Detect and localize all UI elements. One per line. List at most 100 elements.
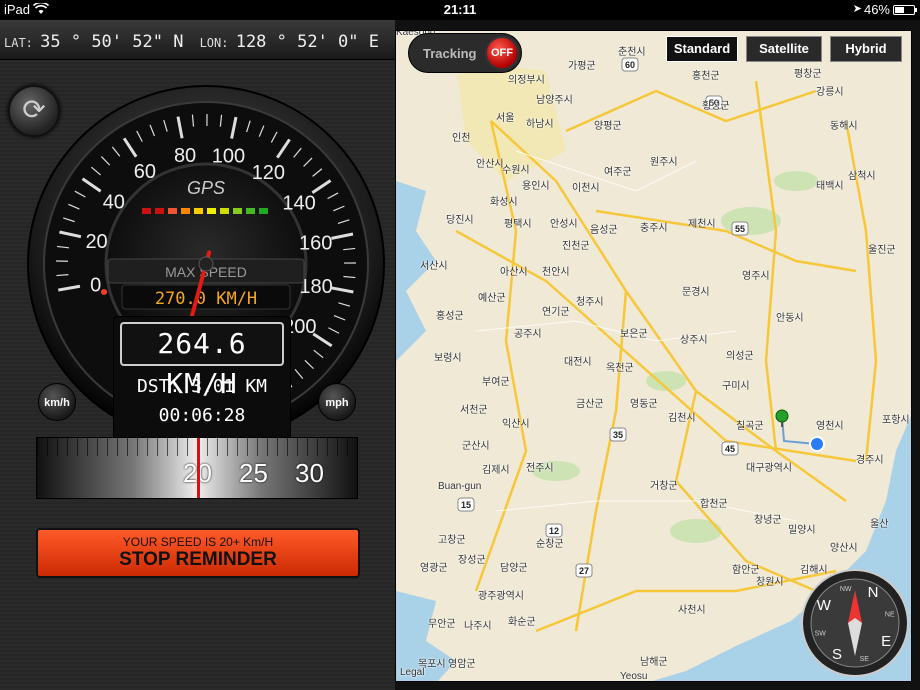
gauge-led <box>168 208 177 214</box>
route-shield: 15 <box>457 497 475 512</box>
map-type-hybrid-button[interactable]: Hybrid <box>830 36 902 62</box>
location-arrow-icon: ➤ <box>852 3 862 15</box>
map-place-yeosu: Yeosu <box>620 671 648 682</box>
compass: N E S W NE SE SW NW <box>800 568 910 678</box>
map-place-uiseong: 의성군 <box>726 351 754 362</box>
gauge-led <box>246 208 255 214</box>
map-place-gapyeong: 가평군 <box>568 61 596 72</box>
map-place-gochang: 고창군 <box>438 535 466 546</box>
map-place-icheon: 이천시 <box>572 183 600 194</box>
current-location-icon <box>809 436 825 452</box>
tape-value-25: 25 <box>239 458 268 488</box>
map-place-yeongcheon: 영천시 <box>816 421 844 432</box>
compass-letter: S <box>832 646 842 663</box>
map-place-ansan: 안산시 <box>476 159 504 170</box>
compass-rose-icon: NESWNESESWNW <box>801 569 909 677</box>
svg-text:15: 15 <box>461 500 471 510</box>
current-speed: 264.6 KM/H <box>120 322 284 400</box>
map-place-jincheon: 진천군 <box>562 241 590 252</box>
svg-text:35: 35 <box>613 430 623 440</box>
gauge-led <box>259 208 268 214</box>
longitude-label: LON: <box>199 36 229 50</box>
tracking-label: Tracking <box>423 46 477 61</box>
map-place-samcheok: 삼척시 <box>848 171 876 182</box>
map-place-buan: Buan-gun <box>438 481 482 492</box>
coordinates-bar: LAT: 35 ° 50' 52" N LON: 128 ° 52' 0" E <box>0 20 395 60</box>
map-place-yangpyeong: 양평군 <box>594 121 622 132</box>
map-place-jangseong: 장성군 <box>458 555 486 566</box>
map-place-gangneung: 강릉시 <box>816 87 844 98</box>
map-place-sunchang: 순창군 <box>536 539 564 550</box>
map-place-chungju: 충주시 <box>640 223 668 234</box>
map-place-hoengseong: 횡성군 <box>702 101 730 112</box>
gauge-led <box>220 208 229 214</box>
latitude-readout: LAT: 35 ° 50' 52" N <box>4 32 183 52</box>
map-place-hwasun: 화순군 <box>508 617 536 628</box>
reminder-threshold-text: YOUR SPEED IS 20+ Km/H <box>122 535 274 549</box>
route-shield: 45 <box>721 441 739 456</box>
map-type-standard-button[interactable]: Standard <box>666 36 738 62</box>
gauge-led <box>142 208 151 214</box>
mph-button[interactable]: mph <box>318 383 356 421</box>
kmh-button[interactable]: km/h <box>38 383 76 421</box>
map-place-yongin: 용인시 <box>522 181 550 192</box>
gauge-led <box>194 208 203 214</box>
clock: 21:11 <box>443 2 477 17</box>
map-place-gumi: 구미시 <box>722 381 750 392</box>
map-place-seoul: 서울 <box>496 113 515 124</box>
compass-letter: W <box>817 597 832 614</box>
gauge-brand: GPS <box>187 178 225 198</box>
map-place-okcheon: 옥천군 <box>606 363 634 374</box>
map-place-suwon: 수원시 <box>502 165 530 176</box>
map-place-yeongdong: 영동군 <box>630 399 658 410</box>
map-place-cheonan: 천안시 <box>542 267 570 278</box>
route-shield: 27 <box>575 563 593 578</box>
gauge-tick-label: 20 <box>85 231 107 253</box>
map-place-gimje: 김제시 <box>482 465 510 476</box>
gauge-led <box>233 208 242 214</box>
map-place-namhae: 남해군 <box>640 657 668 668</box>
tracking-toggle[interactable]: Tracking OFF <box>408 33 522 73</box>
map-place-legal: Legal <box>400 667 425 678</box>
svg-text:45: 45 <box>725 444 735 454</box>
trip-readout: 264.6 KM/H DST: 3.01 KM 00:06:28 <box>113 316 291 442</box>
reset-button[interactable]: ⟳ <box>8 85 60 137</box>
map-place-mungyeong: 문경시 <box>682 287 710 298</box>
map-place-yeongju: 영주시 <box>742 271 770 282</box>
route-shield: 55 <box>731 221 749 236</box>
max-speed-value: 270.0 KM/H <box>155 289 257 309</box>
tape-value-30: 30 <box>295 458 324 488</box>
compass-letter: E <box>881 633 891 650</box>
map-place-daegu: 대구광역시 <box>746 463 792 474</box>
map-place-buyeo: 부여군 <box>482 377 510 388</box>
map-place-pohang: 포항시 <box>882 415 910 426</box>
map-place-yeonggwang: 영광군 <box>420 563 448 574</box>
map-place-anseong: 안성시 <box>550 219 578 230</box>
compass-minor-letter: SE <box>860 656 870 663</box>
tracking-switch[interactable]: OFF <box>485 36 519 70</box>
map-place-geumsan: 금산군 <box>576 399 604 410</box>
latitude-value: 35 ° 50' 52" N <box>40 32 184 52</box>
map-place-asan: 아산시 <box>500 267 528 278</box>
stop-reminder-button[interactable]: YOUR SPEED IS 20+ Km/H STOP REMINDER <box>36 528 360 578</box>
map-type-satellite-button[interactable]: Satellite <box>746 36 822 62</box>
svg-text:55: 55 <box>735 224 745 234</box>
start-pin-icon <box>775 409 789 423</box>
map-place-iksan: 익산시 <box>502 419 530 430</box>
compass-minor-letter: NW <box>840 586 852 593</box>
map-place-daejeon: 대전시 <box>564 357 592 368</box>
speed-tape[interactable]: 20 25 30 <box>36 437 358 499</box>
gauge-led <box>207 208 216 214</box>
tape-marker <box>197 438 200 498</box>
map-place-sacheon: 사천시 <box>678 605 706 616</box>
map-place-muan: 무안군 <box>428 619 456 630</box>
map-place-naju: 나주시 <box>464 621 492 632</box>
gauge-tick-label: 40 <box>103 191 125 213</box>
map-place-taebaek: 태백시 <box>816 181 844 192</box>
map-place-yangsan: 양산시 <box>830 543 858 554</box>
gauge-led <box>155 208 164 214</box>
map-place-jecheon: 제천시 <box>688 219 716 230</box>
map-place-gunsan: 군산시 <box>462 441 490 452</box>
compass-minor-letter: NE <box>885 612 895 619</box>
map-place-seosan: 서산시 <box>420 261 448 272</box>
